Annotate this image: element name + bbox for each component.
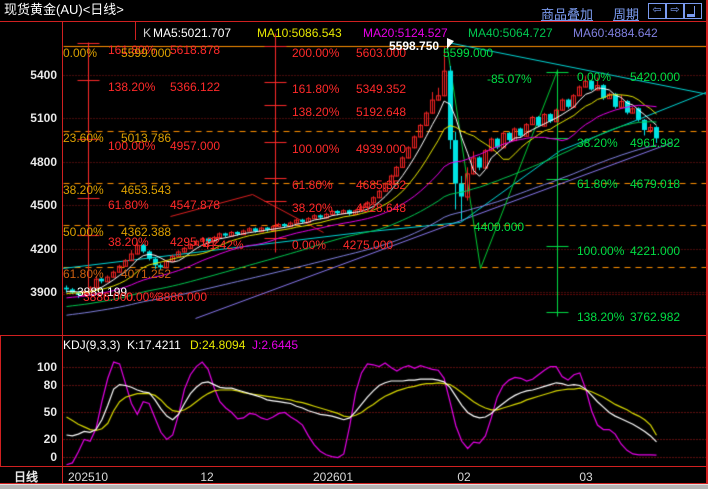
fib-pct-label: 161.80% — [292, 83, 339, 95]
legend-k-label: K — [143, 27, 151, 39]
fib-value-label: 3762.982 — [630, 311, 680, 323]
kdj-axis-label: 0 — [0, 451, 57, 463]
axis-separator — [62, 21, 63, 483]
ma-legend-item: MA5:5021.707 — [153, 27, 231, 39]
kdj-value-label: J:2.6445 — [252, 339, 298, 351]
title-bar: 现货黄金(AU)<日线> 商品叠加 周期 ⇦ ⇨ — [0, 0, 708, 21]
fib-value-label: 4679.018 — [630, 178, 680, 190]
fib-value-label: 5366.122 — [170, 81, 220, 93]
kdj-axis-label: 100 — [0, 361, 57, 373]
period-mode-label: 日线 — [14, 471, 38, 483]
price-marker-label: 5598.750 — [389, 40, 439, 52]
fib-value-label: 5013.786 — [121, 132, 171, 144]
fib-value-label: 5349.352 — [356, 83, 406, 95]
time-axis-label: 12 — [177, 471, 237, 483]
kdj-axis-label: 80 — [0, 379, 57, 391]
red-annotation-label: 41.42% — [203, 239, 244, 251]
fib-pct-label: 138.20% — [577, 311, 624, 323]
fib-value-label: 5618.878 — [170, 44, 220, 56]
fib-pct-label: 38.20% — [63, 184, 104, 196]
kdj-left-border — [0, 336, 1, 467]
ma-legend-item: MA20:5124.527 — [363, 27, 448, 39]
fib-pct-label: 61.80% — [63, 268, 104, 280]
fib-value-label: 5420.000 — [630, 71, 680, 83]
fib-pct-label: 61.80% — [292, 179, 333, 191]
kdj-value-label: D:24.8094 — [190, 339, 245, 351]
fib-pct-label: 61.80% — [577, 178, 618, 190]
time-axis-label: 202510 — [58, 471, 118, 483]
trading-app-window: 现货黄金(AU)<日线> 商品叠加 周期 ⇦ ⇨ K MA5:5021.707 M… — [0, 0, 708, 489]
layout-glyph-bottom — [687, 14, 695, 17]
ma-legend-item: MA10:5086.543 — [257, 27, 342, 39]
fib-pct-label: 23.60% — [63, 132, 104, 144]
fib-pct-label: 100.00% — [292, 143, 339, 155]
fib-value-label: 4957.000 — [170, 140, 220, 152]
red-annotation-label: 0.00% — [126, 291, 160, 303]
price-axis-label: 5400 — [0, 69, 57, 81]
fib-pct-label: 138.20% — [292, 106, 339, 118]
fib-value-label: 4653.543 — [121, 184, 171, 196]
fib-pct-label: 0.00% — [63, 47, 97, 59]
fib-value-label: 4275.000 — [343, 239, 393, 251]
kdj-axis-label: 20 — [0, 433, 57, 445]
price-axis-label: 3900 — [0, 286, 57, 298]
window-layout-icon[interactable] — [684, 3, 702, 19]
kdj-value-label: K:17.4211 — [127, 339, 181, 351]
fib-pct-label: 0.00% — [577, 71, 611, 83]
fib-value-label: 4939.000 — [356, 143, 406, 155]
price-axis-label: 5100 — [0, 112, 57, 124]
green-annotation-label: -85.07% — [487, 73, 532, 85]
kdj-axis-label: 50 — [0, 406, 57, 418]
fib-pct-label: 61.80% — [108, 199, 149, 211]
fib-value-label: 4685.352 — [356, 179, 406, 191]
fib-pct-label: 100.00% — [577, 245, 624, 257]
kdj-top-border — [0, 335, 708, 336]
fib-value-label: 4362.388 — [121, 226, 171, 238]
fib-pct-label: 200.00% — [292, 47, 339, 59]
fib-pct-label: 0.00% — [292, 239, 326, 251]
ma-legend-item: MA40:5064.727 — [468, 27, 553, 39]
fib-value-label: 4071.252 — [121, 268, 171, 280]
fib-value-label: 5192.648 — [356, 106, 406, 118]
green-annotation-label: 4400.000 — [474, 221, 524, 233]
ma-legend-item: MA60:4884.642 — [573, 27, 658, 39]
fib-value-label: 4528.648 — [356, 202, 406, 214]
symbol-title: 现货黄金(AU)<日线> — [4, 4, 124, 16]
time-axis-label: 202601 — [303, 471, 363, 483]
fib-pct-label: 38.20% — [292, 202, 333, 214]
price-axis-label: 4200 — [0, 243, 57, 255]
fib-pct-label: 38.20% — [577, 137, 618, 149]
mouse-cursor-icon — [447, 38, 454, 49]
kdj-bottom-border — [0, 466, 708, 467]
fib-value-label: 4961.982 — [630, 137, 680, 149]
time-axis-label: 02 — [434, 471, 494, 483]
bottom-scrollbar[interactable] — [0, 484, 708, 489]
fib-value-label: 4221.000 — [630, 245, 680, 257]
fib-value-label: 5599.000 — [121, 47, 171, 59]
kdj-title: KDJ(9,3,3) — [63, 339, 120, 351]
time-axis-label: 03 — [556, 471, 616, 483]
legend-tick — [135, 22, 136, 40]
fib-pct-label: 50.00% — [63, 226, 104, 238]
titlebar-separator — [0, 21, 708, 22]
prev-arrow-icon[interactable]: ⇦ — [648, 3, 666, 19]
fib-value-label: 4547.878 — [170, 199, 220, 211]
red-annotation-label: 3886.000 — [157, 291, 207, 303]
next-arrow-icon[interactable]: ⇨ — [666, 3, 684, 19]
fib-pct-label: 138.20% — [108, 81, 155, 93]
price-axis-label: 4800 — [0, 156, 57, 168]
price-axis-label: 4500 — [0, 199, 57, 211]
